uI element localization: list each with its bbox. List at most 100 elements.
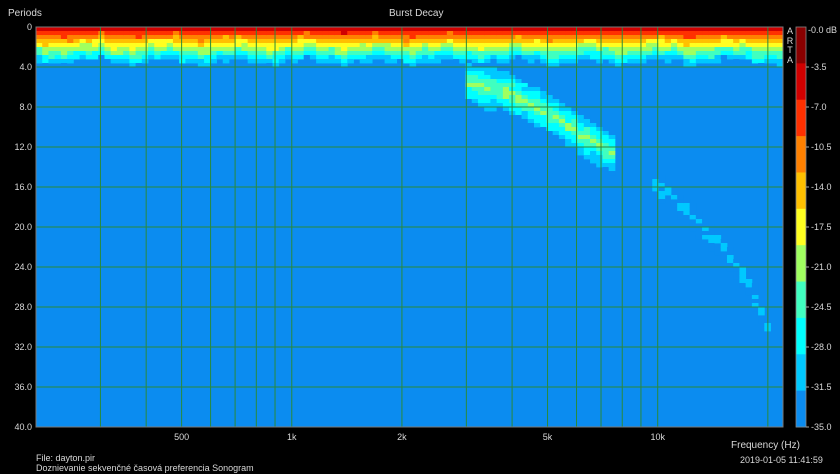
heatmap-cell: [596, 131, 603, 136]
heatmap-cell: [166, 31, 174, 36]
heatmap-cell: [148, 43, 155, 48]
heatmap-cell: [596, 147, 603, 152]
heatmap-cell: [577, 27, 585, 32]
heatmap-cell: [272, 31, 280, 36]
heatmap-cell: [116, 55, 124, 60]
heatmap-cell: [316, 47, 323, 52]
colorbar-swatch: [796, 317, 806, 355]
heatmap-cell: [590, 147, 597, 152]
heatmap-cell: [583, 119, 591, 124]
heatmap-cell: [490, 43, 498, 48]
heatmap-cell: [210, 35, 217, 40]
heatmap-cell: [565, 27, 572, 32]
heatmap-cell: [477, 35, 485, 40]
heatmap-cell: [471, 87, 479, 92]
heatmap-cell: [627, 39, 635, 44]
heatmap-cell: [471, 55, 479, 60]
heatmap-cell: [222, 27, 230, 32]
y-tick-label: 12.0: [14, 142, 32, 152]
heatmap-cell: [751, 291, 759, 296]
heatmap-cell: [496, 99, 504, 104]
heatmap-cell: [365, 51, 373, 56]
heatmap-cell: [303, 55, 311, 60]
heatmap-cell: [708, 47, 715, 52]
y-tick-label: 40.0: [14, 422, 32, 432]
heatmap-cell: [253, 27, 261, 32]
heatmap-cell: [770, 31, 778, 36]
heatmap-cell: [583, 123, 591, 128]
heatmap-cell: [247, 39, 255, 44]
heatmap-cell: [527, 123, 535, 128]
heatmap-cell: [733, 31, 740, 36]
heatmap-cell: [222, 59, 230, 64]
heatmap-cell: [204, 55, 211, 60]
heatmap-cell: [552, 27, 560, 32]
heatmap-cell: [602, 135, 610, 140]
heatmap-cell: [365, 31, 373, 36]
heatmap-cell: [328, 59, 336, 64]
heatmap-cell: [48, 51, 56, 56]
heatmap-cell: [558, 51, 566, 56]
heatmap-cell: [403, 43, 410, 48]
heatmap-cell: [253, 47, 261, 52]
heatmap-cell: [577, 119, 585, 124]
heatmap-cell: [85, 47, 93, 52]
heatmap-cell: [614, 51, 622, 56]
heatmap-cell: [210, 55, 217, 60]
heatmap-cell: [758, 307, 765, 312]
heatmap-cell: [179, 51, 186, 56]
heatmap-cell: [79, 55, 87, 60]
heatmap-cell: [502, 87, 510, 92]
heatmap-cell: [714, 43, 722, 48]
heatmap-cell: [278, 59, 286, 64]
heatmap-cell: [702, 231, 709, 236]
heatmap-cell: [235, 31, 242, 36]
heatmap-cell: [247, 51, 255, 56]
heatmap-cell: [490, 107, 498, 112]
heatmap-cell: [496, 87, 504, 92]
heatmap-cell: [471, 31, 479, 36]
heatmap-cell: [534, 43, 541, 48]
heatmap-cell: [110, 35, 118, 40]
heatmap-cell: [390, 43, 398, 48]
heatmap-cell: [577, 139, 585, 144]
heatmap-cell: [590, 139, 597, 144]
heatmap-cell: [116, 51, 124, 56]
heatmap-cell: [453, 35, 460, 40]
heatmap-cell: [453, 39, 460, 44]
heatmap-cell: [664, 43, 672, 48]
heatmap-cell: [677, 31, 684, 36]
heatmap-cell: [36, 43, 43, 48]
heatmap-cell: [745, 279, 753, 284]
heatmap-cell: [552, 55, 560, 60]
heatmap-cell: [502, 71, 510, 76]
heatmap-cell: [48, 39, 56, 44]
heatmap-cell: [353, 51, 361, 56]
heatmap-cell: [434, 35, 442, 40]
heatmap-cell: [658, 55, 666, 60]
heatmap-cell: [590, 31, 597, 36]
heatmap-cell: [496, 55, 504, 60]
heatmap-cell: [67, 59, 74, 64]
heatmap-cell: [440, 47, 448, 52]
heatmap-cell: [378, 47, 386, 52]
heatmap-cell: [266, 39, 273, 44]
heatmap-cell: [421, 51, 429, 56]
heatmap-cell: [558, 135, 566, 140]
heatmap-cell: [129, 39, 137, 44]
heatmap-cell: [378, 27, 386, 32]
heatmap-cell: [733, 55, 740, 60]
heatmap-cell: [565, 119, 572, 124]
heatmap-cell: [73, 47, 80, 52]
heatmap-cell: [583, 115, 591, 120]
heatmap-cell: [359, 55, 367, 60]
heatmap-cell: [670, 55, 678, 60]
heatmap-cell: [521, 27, 529, 32]
heatmap-cell: [73, 39, 80, 44]
heatmap-cell: [359, 59, 367, 64]
heatmap-cell: [98, 47, 105, 52]
heatmap-cell: [658, 191, 666, 196]
heatmap-cell: [708, 51, 715, 56]
heatmap-cell: [384, 31, 392, 36]
heatmap-cell: [583, 47, 591, 52]
